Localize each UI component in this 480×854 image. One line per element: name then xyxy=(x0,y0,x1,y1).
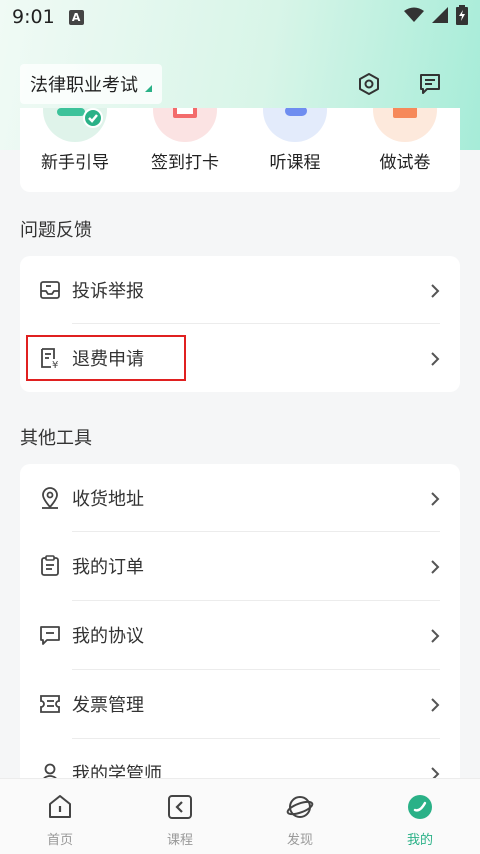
refund-request-label: 退费申请 xyxy=(72,349,144,370)
settings-icon[interactable] xyxy=(355,70,383,98)
checkin-icon xyxy=(153,108,217,142)
quick-action-label: 做试卷 xyxy=(379,153,431,173)
battery-icon xyxy=(456,5,468,29)
refund-request-item[interactable]: ¥ 退费申请 xyxy=(20,324,460,392)
invoice-icon xyxy=(38,692,62,716)
clipboard-icon xyxy=(38,554,62,578)
refund-document-icon: ¥ xyxy=(38,346,62,370)
invoice-management-label: 发票管理 xyxy=(72,695,144,716)
exam-title: 法律职业考试 xyxy=(30,75,138,96)
quick-action-label: 签到打卡 xyxy=(151,153,219,173)
chevron-right-icon xyxy=(428,559,442,574)
my-agreements-label: 我的协议 xyxy=(72,626,144,647)
tab-home[interactable]: 首页 xyxy=(0,779,120,854)
tools-section-title: 其他工具 xyxy=(20,428,92,449)
signal-icon xyxy=(432,7,448,27)
course-icon xyxy=(166,793,194,825)
caret-down-icon xyxy=(145,85,152,92)
notification-badge: A xyxy=(68,9,84,25)
svg-text:¥: ¥ xyxy=(52,360,58,369)
exam-selector[interactable]: 法律职业考试 xyxy=(20,64,162,104)
my-orders-item[interactable]: 我的订单 xyxy=(20,532,460,600)
chevron-right-icon xyxy=(428,697,442,712)
chevron-right-icon xyxy=(428,628,442,643)
top-header: 法律职业考试 xyxy=(0,60,480,110)
planet-icon xyxy=(286,793,314,825)
wifi-icon xyxy=(404,7,424,27)
tab-label: 课程 xyxy=(166,833,193,848)
chevron-right-icon xyxy=(428,351,442,366)
feedback-card: 投诉举报 ¥ 退费申请 xyxy=(20,256,460,392)
tab-courses[interactable]: 课程 xyxy=(120,779,240,854)
bottom-tab-bar: 首页 课程 发现 我的 xyxy=(0,778,480,854)
tab-label: 我的 xyxy=(406,833,433,848)
shipping-address-item[interactable]: 收货地址 xyxy=(20,464,460,532)
quick-action-label: 新手引导 xyxy=(41,153,109,173)
status-bar: 9:01 A xyxy=(0,0,480,34)
location-pin-icon xyxy=(38,486,62,510)
tab-mine[interactable]: 我的 xyxy=(360,779,480,854)
profile-icon xyxy=(406,793,434,825)
course-audio-icon xyxy=(263,108,327,142)
tab-discover[interactable]: 发现 xyxy=(240,779,360,854)
inbox-icon xyxy=(38,278,62,302)
tab-label: 发现 xyxy=(286,833,313,848)
my-agreements-item[interactable]: 我的协议 xyxy=(20,601,460,669)
tab-label: 首页 xyxy=(46,833,73,848)
feedback-section-title: 问题反馈 xyxy=(20,220,92,241)
invoice-management-item[interactable]: 发票管理 xyxy=(20,670,460,738)
chevron-right-icon xyxy=(428,283,442,298)
complaint-report-label: 投诉举报 xyxy=(72,281,144,302)
quick-actions-card: 新手引导 签到打卡 听课程 做试卷 xyxy=(20,108,460,192)
chevron-right-icon xyxy=(428,491,442,506)
chat-bubble-icon xyxy=(38,623,62,647)
my-orders-label: 我的订单 xyxy=(72,557,144,578)
home-icon xyxy=(46,793,74,825)
status-time: 9:01 xyxy=(12,6,55,28)
exam-paper-icon xyxy=(373,108,437,142)
complaint-report-item[interactable]: 投诉举报 xyxy=(20,256,460,324)
message-icon[interactable] xyxy=(416,70,444,98)
shipping-address-label: 收货地址 xyxy=(72,489,144,510)
tools-card: 收货地址 我的订单 我的协议 发票管理 我的学管师 xyxy=(20,464,460,794)
quick-action-label: 听课程 xyxy=(269,153,321,173)
guide-icon xyxy=(43,108,107,142)
status-icons xyxy=(404,5,468,29)
